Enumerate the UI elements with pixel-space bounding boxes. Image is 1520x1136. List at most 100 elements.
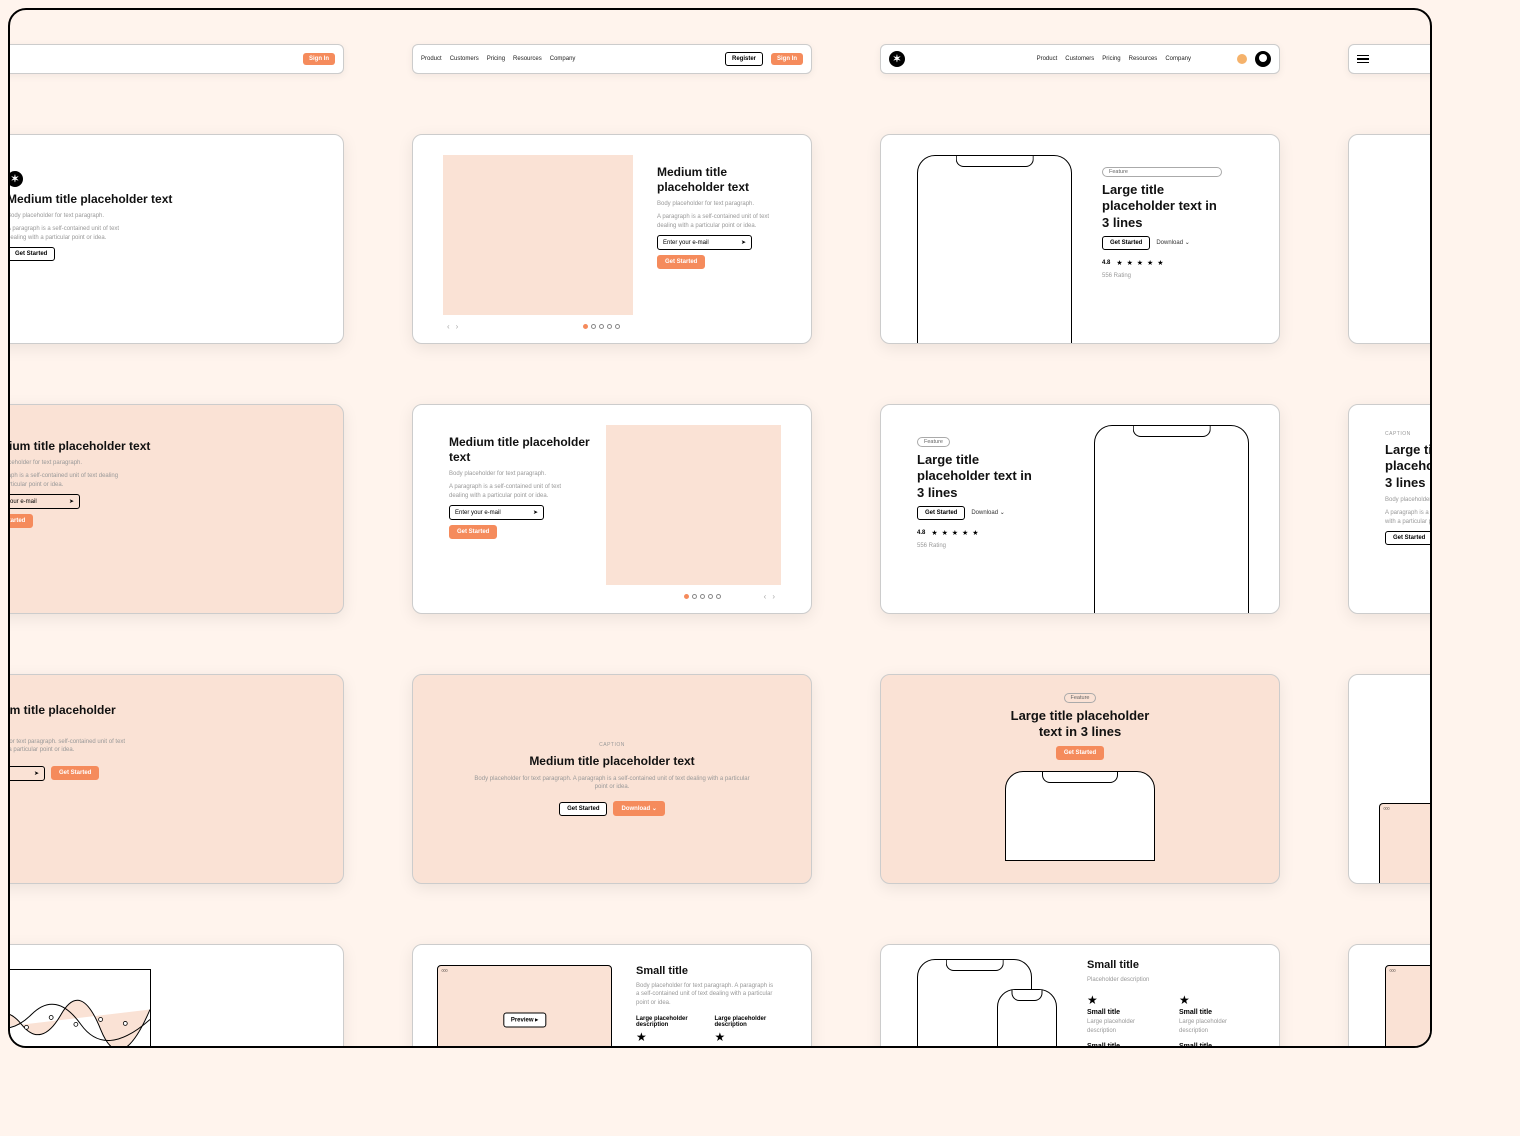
hero-title: Large title placeholder text in 3 lines xyxy=(1102,182,1222,231)
carousel-image xyxy=(606,425,781,585)
nav-link[interactable]: Company xyxy=(1165,56,1191,62)
video-card: ▶ xyxy=(1348,944,1432,1048)
nav-link[interactable]: Pricing xyxy=(1102,56,1120,62)
hero-body: A paragraph is a self-contained unit of … xyxy=(1385,509,1432,526)
star-icon: ★ xyxy=(636,1030,709,1044)
prev-icon[interactable]: ‹ xyxy=(764,592,767,601)
feature-desc: Large placeholder description xyxy=(1087,1018,1163,1035)
hero-title: Medium title placeholder text xyxy=(8,439,303,454)
feature-title: Small title xyxy=(1087,1043,1163,1048)
hero-body: A paragraph is a self-contained unit of … xyxy=(8,225,137,242)
caption: CAPTION xyxy=(599,742,625,748)
carousel-dots[interactable] xyxy=(684,594,721,599)
bell-icon[interactable] xyxy=(1237,54,1247,64)
get-started-button[interactable]: Get Started xyxy=(8,247,55,261)
nav-link[interactable]: Product xyxy=(421,56,442,62)
nav-link[interactable]: Product xyxy=(1037,56,1058,62)
signin-button[interactable]: Sign In xyxy=(303,53,335,65)
nav-link[interactable]: Customers xyxy=(450,56,479,62)
feature-item: ★ Small title Large placeholder descript… xyxy=(1087,993,1163,1035)
section-title: Small title xyxy=(1087,959,1255,971)
phone-mockup xyxy=(1094,425,1249,614)
hero-text-windows: CAPTION Large title placeholder text in … xyxy=(1348,404,1432,614)
hero-windows xyxy=(1348,134,1432,344)
hero-left-stripe: ✶ Medium title placeholder text Body pla… xyxy=(8,134,344,344)
rating-label: 556 Rating xyxy=(917,542,1094,550)
hero-body: placeholder for text paragraph. self-con… xyxy=(8,738,135,755)
rating-score: 4.8 xyxy=(1102,259,1110,267)
logo-icon: ✶ xyxy=(8,171,23,187)
get-started-button[interactable]: Get Started xyxy=(657,255,705,269)
hamburger-icon[interactable] xyxy=(1357,55,1369,64)
section-body: Body placeholder for text paragraph. A p… xyxy=(636,982,776,1007)
phone-mockup xyxy=(917,155,1072,344)
hero-body: Body placeholder for text paragraph. A p… xyxy=(473,775,751,792)
get-started-button[interactable]: Get Started xyxy=(449,525,497,539)
email-input[interactable]: E-mail xyxy=(8,766,45,781)
hero-body: Body placeholder for text paragraph. xyxy=(8,459,303,467)
feature-pill: Feature xyxy=(917,437,950,447)
next-icon[interactable]: › xyxy=(456,322,459,331)
download-link[interactable]: Download ⌄ xyxy=(1156,239,1189,246)
hero-body: A paragraph is a self-contained unit of … xyxy=(449,483,579,500)
nav-link[interactable]: Company xyxy=(550,56,576,62)
hero-title: Large title placeholder text in 3 lines xyxy=(1385,442,1432,491)
hero-title: Medium title placeholder text xyxy=(449,435,606,465)
star-icon: ★ xyxy=(715,1030,788,1044)
hero-body: Body placeholder for text paragraph. xyxy=(8,212,172,220)
hero-title: Medium title placeholder text xyxy=(8,703,135,733)
hero-center-phone: Feature Large title placeholder text in … xyxy=(880,674,1280,884)
feature-title: Small title xyxy=(1179,1009,1255,1016)
download-link[interactable]: Download ⌄ xyxy=(971,509,1004,516)
video-placeholder[interactable]: ▶ xyxy=(1385,965,1432,1048)
preview-card: Preview ▸ Small title Body placeholder f… xyxy=(412,944,812,1048)
signin-button[interactable]: Sign In xyxy=(771,53,803,65)
email-input[interactable]: Enter your e-mail xyxy=(657,235,752,250)
section-body: Placeholder description xyxy=(1087,976,1255,984)
navbar-hamburger: Product Customers Pricing Res... xyxy=(1348,44,1432,74)
hero-body: A paragraph is a self-contained unit of … xyxy=(657,213,787,230)
next-icon[interactable]: › xyxy=(772,592,775,601)
hero-phone-right: Feature Large title placeholder text in … xyxy=(880,134,1280,344)
get-started-button[interactable]: Get Started xyxy=(1385,531,1432,545)
get-started-button[interactable]: Get Started xyxy=(51,766,99,780)
carousel-dots[interactable] xyxy=(583,324,620,329)
phone-mockup xyxy=(1005,771,1155,861)
nav-links: Product Customers Pricing Resources Comp… xyxy=(1037,56,1191,62)
window-mockup xyxy=(1379,803,1432,883)
get-started-button[interactable]: Get Started xyxy=(1056,746,1104,760)
hero-left-cut: Medium title placeholder text placeholde… xyxy=(8,674,344,884)
hero-title: Medium title placeholder text xyxy=(8,192,172,207)
get-started-button[interactable]: Get Started xyxy=(8,514,33,528)
register-button[interactable]: Register xyxy=(725,52,763,66)
get-started-button[interactable]: Get Started xyxy=(917,506,965,520)
download-button[interactable]: Download ⌄ xyxy=(613,801,664,816)
hero-body: Body placeholder for text paragraph. xyxy=(657,200,787,208)
get-started-button[interactable]: Get Started xyxy=(559,802,607,816)
email-input[interactable]: Enter your e-mail xyxy=(449,505,544,520)
feature-item: ★ Small title Large placeholder descript… xyxy=(1179,993,1255,1035)
star-icon: ★ ★ ★ ★ ★ xyxy=(1116,259,1164,267)
hero-title: Large title placeholder text in 3 lines xyxy=(917,452,1037,501)
avatar-icon[interactable] xyxy=(1255,51,1271,67)
nav-link[interactable]: Customers xyxy=(1065,56,1094,62)
hero-carousel-right: Medium title placeholder text Body place… xyxy=(412,404,812,614)
prev-icon[interactable]: ‹ xyxy=(447,322,450,331)
navbar-simple: Sign In xyxy=(8,44,344,74)
window-image: Preview ▸ xyxy=(437,965,612,1048)
logo-icon: ✶ xyxy=(889,51,905,67)
email-input[interactable]: Enter your e-mail xyxy=(8,494,80,509)
hero-body: Body placeholder for text paragraph. xyxy=(1385,496,1432,504)
star-icon: ★ xyxy=(1179,993,1255,1007)
hero-title: Medium title placeholder text xyxy=(529,754,694,769)
feature-title: Large placeholder description xyxy=(715,1016,788,1028)
feature-item: Small title xyxy=(1179,1043,1255,1048)
hero-carousel-left: Medium title placeholder text Body place… xyxy=(412,134,812,344)
get-started-button[interactable]: Get Started xyxy=(1102,236,1150,250)
nav-link[interactable]: Pricing xyxy=(487,56,505,62)
nav-link[interactable]: Resources xyxy=(513,56,542,62)
nav-link[interactable]: Resources xyxy=(1129,56,1158,62)
chart-card xyxy=(8,944,344,1048)
preview-button[interactable]: Preview ▸ xyxy=(503,1013,546,1028)
hero-center: CAPTION Medium title placeholder text Bo… xyxy=(412,674,812,884)
